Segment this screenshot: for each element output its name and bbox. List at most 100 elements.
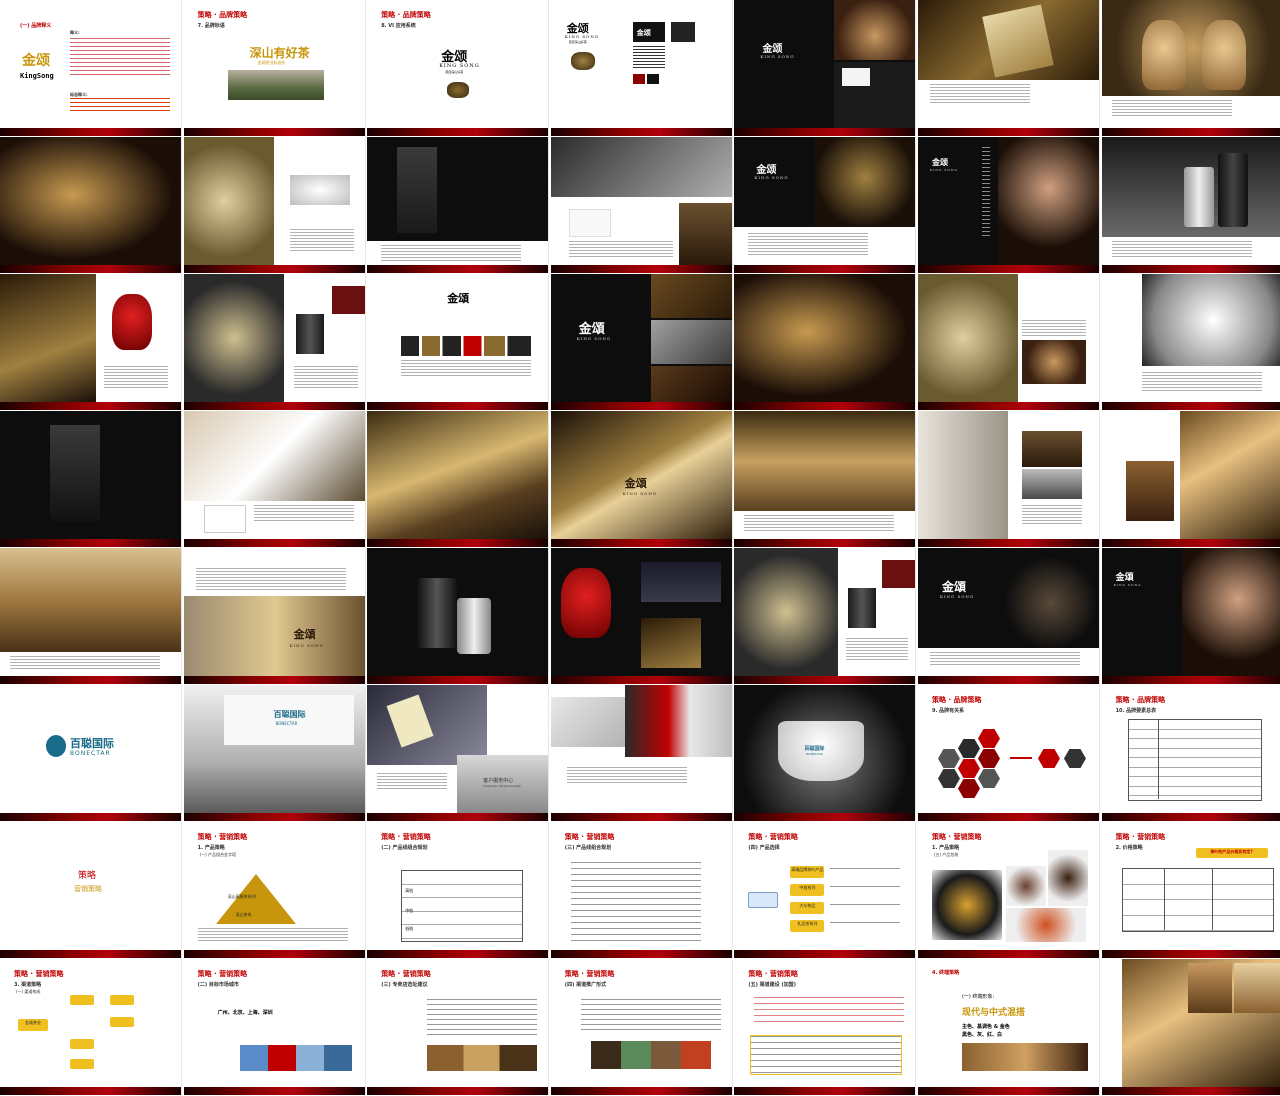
slide-6[interactable] bbox=[917, 0, 1100, 136]
slide-4[interactable]: 金颂 KING SONG 源自深山好茶 金颂 bbox=[550, 0, 733, 136]
slide-14[interactable] bbox=[1101, 137, 1280, 273]
slide-35[interactable]: 金頌 KING SONG bbox=[1101, 548, 1280, 684]
slide-23[interactable] bbox=[183, 411, 366, 547]
slide-31[interactable] bbox=[367, 548, 550, 684]
slide-52[interactable]: 策略 · 营销策略 (三) 专卖店选址建议 bbox=[367, 959, 550, 1095]
interior-photo-1 bbox=[1021, 431, 1082, 467]
slide-8[interactable] bbox=[0, 137, 182, 273]
slide-33[interactable] bbox=[734, 548, 917, 684]
slide-22[interactable] bbox=[0, 411, 182, 547]
slide-37[interactable]: 百聪国际 BONECTAR bbox=[183, 685, 366, 821]
caption-lines bbox=[744, 515, 895, 531]
tea-lady-photo bbox=[1181, 548, 1280, 676]
slide-30[interactable]: 金頌 KING SONG bbox=[183, 548, 366, 684]
slide-36[interactable]: 百聪国际 BONECTAR bbox=[0, 685, 182, 821]
slide-55[interactable]: 4. 终端策略 (一) 终端形象: 现代与中式混搭 主色、基调色 & 金色 黑色… bbox=[917, 959, 1100, 1095]
slide-24[interactable] bbox=[367, 411, 550, 547]
gift-box bbox=[640, 562, 721, 602]
footer-bar bbox=[0, 539, 181, 547]
caption-lines bbox=[253, 505, 354, 521]
footer-bar bbox=[367, 813, 549, 821]
slide-51[interactable]: 策略 · 营销策略 (二) 目标市场城市 广州、北京、上海、深圳 bbox=[183, 959, 366, 1095]
slide-56[interactable] bbox=[1101, 959, 1280, 1095]
slide-29[interactable] bbox=[0, 548, 182, 684]
slide-40[interactable]: 百聪国际 BONECTAR bbox=[734, 685, 917, 821]
slide-13[interactable]: 金颂 KING SONG bbox=[917, 137, 1100, 273]
section-subtitle: 营销策略 bbox=[74, 885, 102, 893]
mountain-photo bbox=[227, 70, 324, 100]
slide-38[interactable]: 客户服务中心 Customer Service Center bbox=[367, 685, 550, 821]
section-label: (一) 品牌释义 bbox=[20, 23, 52, 29]
slide-28[interactable] bbox=[1101, 411, 1280, 547]
slide-subheader-2: (一) 产品组合金字塔 bbox=[199, 852, 236, 857]
slide-53[interactable]: 策略 · 营销策略 (四) 渠道推广形式 bbox=[550, 959, 733, 1095]
red-box bbox=[882, 560, 916, 588]
slide-26[interactable] bbox=[734, 411, 917, 547]
city-photos bbox=[239, 1045, 352, 1071]
slide-27[interactable] bbox=[917, 411, 1100, 547]
slide-subheader: (四) 产品选择 bbox=[748, 845, 780, 851]
slide-3[interactable]: 策略 · 品牌策略 8. VI 应用系统 金颂 KING SONG 源自深山好茶 bbox=[367, 0, 550, 136]
footer-bar bbox=[0, 402, 181, 410]
footer-bar bbox=[917, 950, 1099, 958]
color-swatch-red bbox=[632, 74, 645, 84]
caption-lines bbox=[401, 360, 532, 376]
slide-54[interactable]: 策略 · 营销策略 (五) 渠道建设 (加盟) bbox=[734, 959, 917, 1095]
side-photo bbox=[678, 203, 732, 265]
footer-bar bbox=[0, 950, 181, 958]
vase-photo bbox=[1047, 850, 1088, 906]
slide-25[interactable]: 金頌 KING SONG bbox=[550, 411, 733, 547]
slide-34[interactable]: 金頌 KING SONG bbox=[917, 548, 1100, 684]
footer-bar bbox=[550, 950, 732, 958]
footer-bar bbox=[1101, 1087, 1280, 1095]
slide-2[interactable]: 策略 · 品牌策略 7. 品牌标语 深山有好茶 金颂茶业标准化 bbox=[183, 0, 366, 136]
footer-bar bbox=[550, 813, 732, 821]
slide-19[interactable] bbox=[734, 274, 917, 410]
slide-49[interactable]: 策略 · 营销策略 2. 价格策略 茶叶的产品价格如何定? bbox=[1101, 822, 1280, 958]
logo-cn-white: 金颂 bbox=[636, 28, 651, 37]
slide-10[interactable] bbox=[367, 137, 550, 273]
slide-42[interactable]: 策略 · 品牌策略 10. 品牌要素总表 bbox=[1101, 685, 1280, 821]
question-banner: 茶叶的产品价格如何定? bbox=[1195, 848, 1268, 858]
slide-41[interactable]: 策略 · 品牌策略 9. 品牌有关系 bbox=[917, 685, 1100, 821]
note-heading-2: 标志释义: bbox=[70, 92, 88, 97]
slide-17[interactable]: 金頌 bbox=[367, 274, 550, 410]
slide-header: 策略 · 品牌策略 bbox=[381, 11, 431, 19]
slide-12[interactable]: 金颂 KING SONG bbox=[734, 137, 917, 273]
slide-21[interactable] bbox=[1101, 274, 1280, 410]
slide-39[interactable] bbox=[550, 685, 733, 821]
slide-48[interactable]: 策略 · 营销策略 1. 产品策略 (五) 产品包装 bbox=[917, 822, 1100, 958]
slide-47[interactable]: 策略 · 营销策略 (四) 产品选择 高端品牌茶叶产品 中档系列 大众茶品 礼品… bbox=[734, 822, 917, 958]
footer-bar bbox=[550, 539, 732, 547]
footer-bar bbox=[0, 265, 181, 273]
slide-44[interactable]: 策略 · 营销策略 1. 产品策略 (一) 产品组合金字塔 深山高原茶系列 深山… bbox=[183, 822, 366, 958]
storefront-photo bbox=[183, 596, 365, 676]
staircase-photo bbox=[1179, 411, 1280, 539]
footer-bar bbox=[183, 128, 365, 136]
caption-lines bbox=[289, 229, 354, 253]
hex-node bbox=[1063, 749, 1086, 768]
slide-43[interactable]: 策略 营销策略 bbox=[0, 822, 182, 958]
slide-15[interactable] bbox=[0, 274, 182, 410]
logo-en: KING SONG bbox=[1113, 583, 1142, 587]
slide-header: 策略 · 品牌策略 bbox=[1115, 696, 1166, 704]
slide-46[interactable]: 策略 · 营销策略 (三) 产品线组合规划 bbox=[550, 822, 733, 958]
slide-16[interactable] bbox=[183, 274, 366, 410]
slide-7[interactable] bbox=[1101, 0, 1280, 136]
slide-subheader: 7. 品牌标语 bbox=[197, 23, 225, 29]
slide-11[interactable] bbox=[550, 137, 733, 273]
slide-1[interactable]: (一) 品牌释义 金颂 KingSong 释义: 标志释义: bbox=[0, 0, 182, 136]
slide-50[interactable]: 策略 · 营销策略 3. 渠道策略 (一) 渠道构成 金颂茶业 bbox=[0, 959, 182, 1095]
slide-9[interactable] bbox=[183, 137, 366, 273]
slide-20[interactable] bbox=[917, 274, 1100, 410]
interior-photo bbox=[961, 1043, 1088, 1071]
slide-45[interactable]: 策略 · 营销策略 (二) 产品线组合规划 高档 中档 低档 bbox=[367, 822, 550, 958]
slide-subheader: 1. 产品策略 bbox=[931, 845, 960, 851]
footer-bar bbox=[1101, 128, 1280, 136]
logo-cn: 金頌 bbox=[578, 322, 605, 337]
footer-bar bbox=[367, 265, 549, 273]
slide-5[interactable]: 金颂 KING SONG bbox=[734, 0, 917, 136]
caption-lines bbox=[293, 366, 358, 390]
slide-18[interactable]: 金頌 KING SONG bbox=[550, 274, 733, 410]
slide-32[interactable] bbox=[550, 548, 733, 684]
